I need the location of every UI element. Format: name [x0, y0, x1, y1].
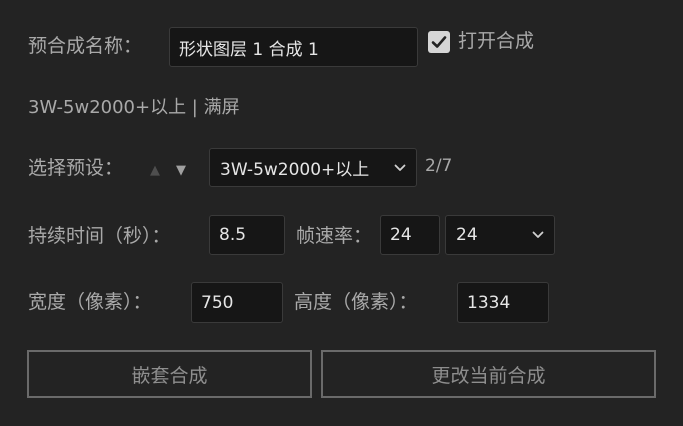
width-input[interactable]: 750 [191, 282, 283, 323]
frame-rate-value: 24 [390, 225, 412, 245]
height-label: 高度（像素）： [294, 291, 418, 313]
preset-selected-value: 3W-5w2000+以上 [220, 160, 370, 180]
chevron-down-icon [394, 164, 406, 171]
frame-rate-input[interactable]: 24 [380, 215, 440, 255]
comp-name-value: 形状图层 1 合成 1 [179, 39, 319, 60]
open-comp-checkbox[interactable] [428, 31, 450, 53]
height-value: 1334 [467, 292, 511, 313]
precompose-panel: 预合成名称： 形状图层 1 合成 1 打开合成 3W-5w2000+以上 | 满… [0, 0, 683, 426]
frame-rate-selected-value: 24 [456, 225, 478, 245]
preset-counter: 2/7 [425, 156, 453, 176]
preset-dropdown[interactable]: 3W-5w2000+以上 [209, 148, 417, 187]
open-comp-label[interactable]: 打开合成 [458, 32, 534, 51]
height-input[interactable]: 1334 [457, 282, 549, 323]
duration-value: 8.5 [219, 225, 247, 245]
change-current-comp-button[interactable]: 更改当前合成 [321, 350, 656, 398]
triangle-up-icon[interactable]: ▲ [150, 164, 160, 177]
width-label: 宽度（像素）： [28, 291, 152, 313]
triangle-down-icon[interactable]: ▼ [176, 164, 186, 177]
frame-rate-dropdown[interactable]: 24 [445, 215, 555, 255]
frame-rate-label: 帧速率： [296, 225, 373, 247]
chevron-down-icon [532, 231, 544, 238]
comp-name-input[interactable]: 形状图层 1 合成 1 [169, 27, 418, 67]
comp-name-label: 预合成名称： [28, 35, 143, 57]
nest-comp-button-label: 嵌套合成 [131, 364, 208, 387]
preset-label: 选择预设： [28, 157, 124, 179]
nest-comp-button[interactable]: 嵌套合成 [27, 350, 312, 398]
duration-input[interactable]: 8.5 [209, 215, 285, 255]
checkmark-icon [431, 36, 447, 48]
width-value: 750 [201, 292, 234, 313]
duration-label: 持续时间（秒）： [28, 225, 171, 247]
preset-summary-text: 3W-5w2000+以上 | 满屏 [28, 97, 240, 118]
change-current-comp-button-label: 更改当前合成 [431, 364, 546, 387]
